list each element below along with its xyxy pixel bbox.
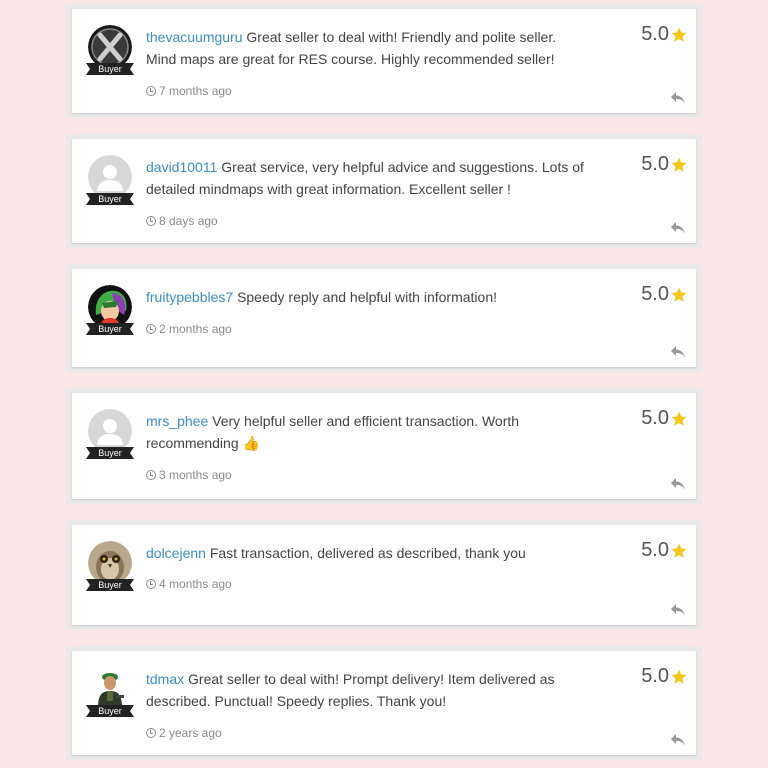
username-link[interactable]: thevacuumguru xyxy=(146,29,243,45)
review-comment: Speedy reply and helpful with informatio… xyxy=(237,289,497,305)
clock-icon xyxy=(146,216,156,226)
review-text: david10011 Great service, very helpful a… xyxy=(146,156,586,200)
buyer-badge: Buyer xyxy=(86,323,134,335)
username-link[interactable]: tdmax xyxy=(146,671,184,687)
username-link[interactable]: mrs_phee xyxy=(146,413,208,429)
review-item: Buyer mrs_phee Very helpful seller and e… xyxy=(66,388,702,504)
rating-value: 5.0 xyxy=(641,153,669,175)
review-text: fruitypebbles7 Speedy reply and helpful … xyxy=(146,286,586,308)
review-comment: Fast transaction, delivered as described… xyxy=(209,545,526,561)
buyer-badge: Buyer xyxy=(86,63,134,75)
review-item: Buyer tdmax Great seller to deal with! P… xyxy=(66,646,702,760)
buyer-badge: Buyer xyxy=(86,447,134,459)
reply-icon[interactable] xyxy=(670,477,686,491)
avatar[interactable]: Buyer xyxy=(86,25,134,83)
rating-value: 5.0 xyxy=(641,407,669,429)
buyer-badge: Buyer xyxy=(86,193,134,205)
star-icon xyxy=(671,27,687,42)
star-icon xyxy=(671,411,687,426)
thumbs-up-icon: 👍 xyxy=(242,435,260,451)
time-label: 2 months ago xyxy=(159,322,232,336)
rating: 5.0 xyxy=(641,539,688,562)
review-time: 7 months ago xyxy=(146,84,232,98)
rating-value: 5.0 xyxy=(641,283,669,305)
review-item: Buyer dolcejenn Fast transaction, delive… xyxy=(66,520,702,630)
review-time: 3 months ago xyxy=(146,468,232,482)
username-link[interactable]: dolcejenn xyxy=(146,545,206,561)
reply-icon[interactable] xyxy=(670,603,686,617)
time-label: 8 days ago xyxy=(159,214,218,228)
star-icon xyxy=(671,157,687,172)
buyer-badge: Buyer xyxy=(86,705,134,717)
clock-icon xyxy=(146,579,156,589)
time-label: 7 months ago xyxy=(159,84,232,98)
rating: 5.0 xyxy=(641,665,688,688)
review-comment: Great seller to deal with! Prompt delive… xyxy=(146,671,555,709)
rating-value: 5.0 xyxy=(641,539,669,561)
reply-icon[interactable] xyxy=(670,345,686,359)
review-text: thevacuumguru Great seller to deal with!… xyxy=(146,26,586,70)
rating: 5.0 xyxy=(641,407,688,430)
review-card: Buyer fruitypebbles7 Speedy reply and he… xyxy=(72,269,696,367)
star-icon xyxy=(671,669,687,684)
review-card: Buyer thevacuumguru Great seller to deal… xyxy=(72,9,696,113)
reply-icon[interactable] xyxy=(670,733,686,747)
review-text: mrs_phee Very helpful seller and efficie… xyxy=(146,410,586,454)
review-card: Buyer dolcejenn Fast transaction, delive… xyxy=(72,525,696,625)
star-icon xyxy=(671,543,687,558)
review-card: Buyer david10011 Great service, very hel… xyxy=(72,139,696,243)
rating: 5.0 xyxy=(641,23,688,46)
avatar[interactable]: Buyer xyxy=(86,285,134,343)
review-time: 4 months ago xyxy=(146,577,232,591)
review-time: 8 days ago xyxy=(146,214,218,228)
clock-icon xyxy=(146,86,156,96)
reply-icon[interactable] xyxy=(670,91,686,105)
review-text: tdmax Great seller to deal with! Prompt … xyxy=(146,668,586,712)
review-item: Buyer david10011 Great service, very hel… xyxy=(66,134,702,248)
review-card: Buyer mrs_phee Very helpful seller and e… xyxy=(72,393,696,499)
rating: 5.0 xyxy=(641,153,688,176)
buyer-badge: Buyer xyxy=(86,579,134,591)
time-label: 4 months ago xyxy=(159,577,232,591)
clock-icon xyxy=(146,324,156,334)
username-link[interactable]: david10011 xyxy=(146,159,217,175)
clock-icon xyxy=(146,728,156,738)
username-link[interactable]: fruitypebbles7 xyxy=(146,289,233,305)
avatar[interactable]: Buyer xyxy=(86,541,134,599)
review-time: 2 years ago xyxy=(146,726,222,740)
time-label: 3 months ago xyxy=(159,468,232,482)
review-time: 2 months ago xyxy=(146,322,232,336)
rating-value: 5.0 xyxy=(641,665,669,687)
time-label: 2 years ago xyxy=(159,726,222,740)
review-item: Buyer fruitypebbles7 Speedy reply and he… xyxy=(66,264,702,372)
reply-icon[interactable] xyxy=(670,221,686,235)
review-card: Buyer tdmax Great seller to deal with! P… xyxy=(72,651,696,755)
rating: 5.0 xyxy=(641,283,688,306)
rating-value: 5.0 xyxy=(641,23,669,45)
avatar[interactable]: Buyer xyxy=(86,155,134,213)
star-icon xyxy=(671,287,687,302)
clock-icon xyxy=(146,470,156,480)
review-item: Buyer thevacuumguru Great seller to deal… xyxy=(66,4,702,118)
review-text: dolcejenn Fast transaction, delivered as… xyxy=(146,542,586,564)
avatar[interactable]: Buyer xyxy=(86,667,134,725)
avatar[interactable]: Buyer xyxy=(86,409,134,467)
